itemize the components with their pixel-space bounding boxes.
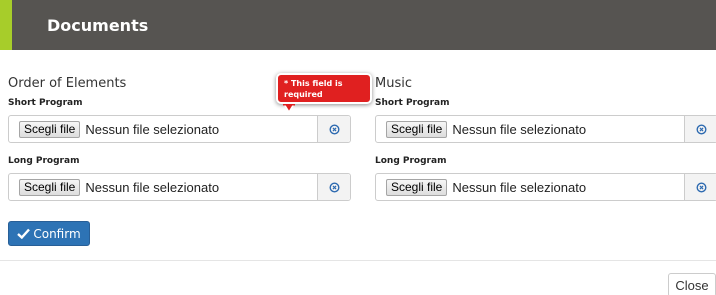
order-short-program-file-status: Nessun file selezionato [85,122,220,137]
music-short-program-file-input[interactable]: Scegli file Nessun file selezionato [386,121,586,138]
circle-x-icon [696,182,706,192]
tooltip-arrow [283,104,295,113]
music-long-program-file-input[interactable]: Scegli file Nessun file selezionato [386,179,586,196]
order-short-program-label: Short Program [8,98,83,108]
music-short-program-choose-file-button[interactable]: Scegli file [386,121,448,138]
confirm-button[interactable]: Confirm [8,221,90,246]
order-long-program-file-input[interactable]: Scegli file Nessun file selezionato [19,179,219,196]
music-title: Music [375,76,412,91]
circle-x-icon [329,182,339,192]
header-accent-bar [0,0,12,50]
footer-divider [0,260,716,261]
validation-tooltip: * This field is required [276,73,372,104]
music-long-program-choose-file-button[interactable]: Scegli file [386,179,448,196]
order-long-program-label: Long Program [8,156,80,166]
order-long-program-clear-button[interactable] [317,174,350,200]
order-long-program-file-status: Nessun file selezionato [85,180,220,195]
circle-x-icon [329,124,339,134]
order-long-program-file-group: Scegli file Nessun file selezionato [8,173,351,201]
modal-header: Documents [0,0,716,50]
confirm-label: Confirm [33,226,81,241]
close-button[interactable]: Close [668,273,716,295]
order-of-elements-title: Order of Elements [8,76,127,91]
music-short-program-label: Short Program [375,98,450,108]
music-short-program-file-group: Scegli file Nessun file selezionato [375,115,716,143]
music-short-program-clear-button[interactable] [684,116,716,142]
validation-message: * This field is required [284,79,343,99]
music-long-program-clear-button[interactable] [684,174,716,200]
music-long-program-label: Long Program [375,156,447,166]
music-long-program-file-group: Scegli file Nessun file selezionato [375,173,716,201]
order-long-program-choose-file-button[interactable]: Scegli file [19,179,81,196]
order-short-program-clear-button[interactable] [317,116,350,142]
checkmark-icon [17,228,31,239]
order-short-program-choose-file-button[interactable]: Scegli file [19,121,81,138]
music-long-program-file-status: Nessun file selezionato [452,180,587,195]
music-short-program-file-status: Nessun file selezionato [452,122,587,137]
order-short-program-file-group: Scegli file Nessun file selezionato [8,115,351,143]
circle-x-icon [696,124,706,134]
modal-title: Documents [47,16,149,35]
order-short-program-file-input[interactable]: Scegli file Nessun file selezionato [19,121,219,138]
